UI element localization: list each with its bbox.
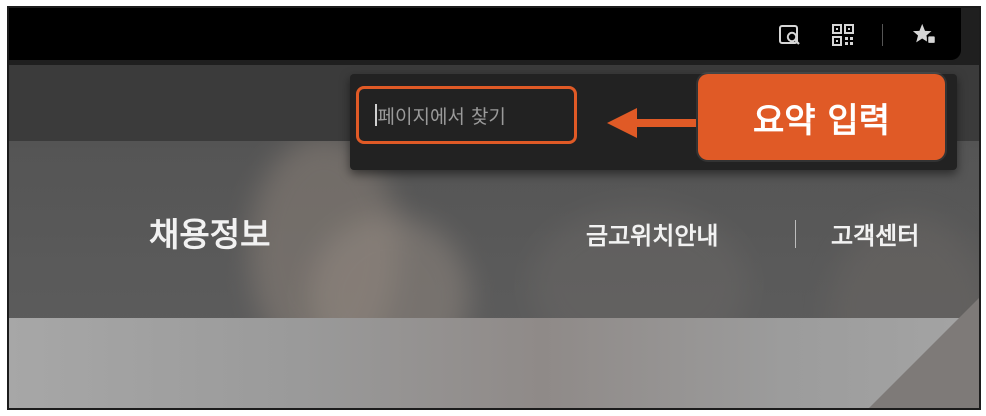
content-area — [9, 298, 979, 408]
callout-arrow-head — [607, 108, 637, 138]
nav-safe-location[interactable]: 금고위치안내 — [586, 216, 718, 251]
find-input-placeholder: 페이지에서 찾기 — [377, 105, 506, 128]
favorites-star-icon[interactable] — [912, 22, 938, 48]
callout-label: 요약 입력 — [753, 100, 890, 141]
qr-code-icon[interactable] — [830, 22, 856, 48]
browser-tab-strip — [9, 8, 961, 60]
toolbar-divider — [882, 24, 883, 46]
screenshot-frame: 채용정보 금고위치안내 고객센터 페이지에서 찾기 요약 입력 — [7, 6, 981, 410]
callout-label-box: 요약 입력 — [698, 74, 945, 160]
nav-customer-center[interactable]: 고객센터 — [831, 216, 919, 251]
callout-arrow-line — [634, 119, 696, 127]
page-search-icon[interactable] — [777, 22, 803, 48]
find-in-page-input[interactable]: 페이지에서 찾기 — [356, 86, 577, 144]
nav-recruit-info[interactable]: 채용정보 — [149, 208, 270, 256]
text-caret — [375, 104, 377, 126]
nav-separator — [795, 220, 796, 248]
browser-toolbar — [9, 8, 979, 65]
decorative-shape — [869, 298, 979, 408]
